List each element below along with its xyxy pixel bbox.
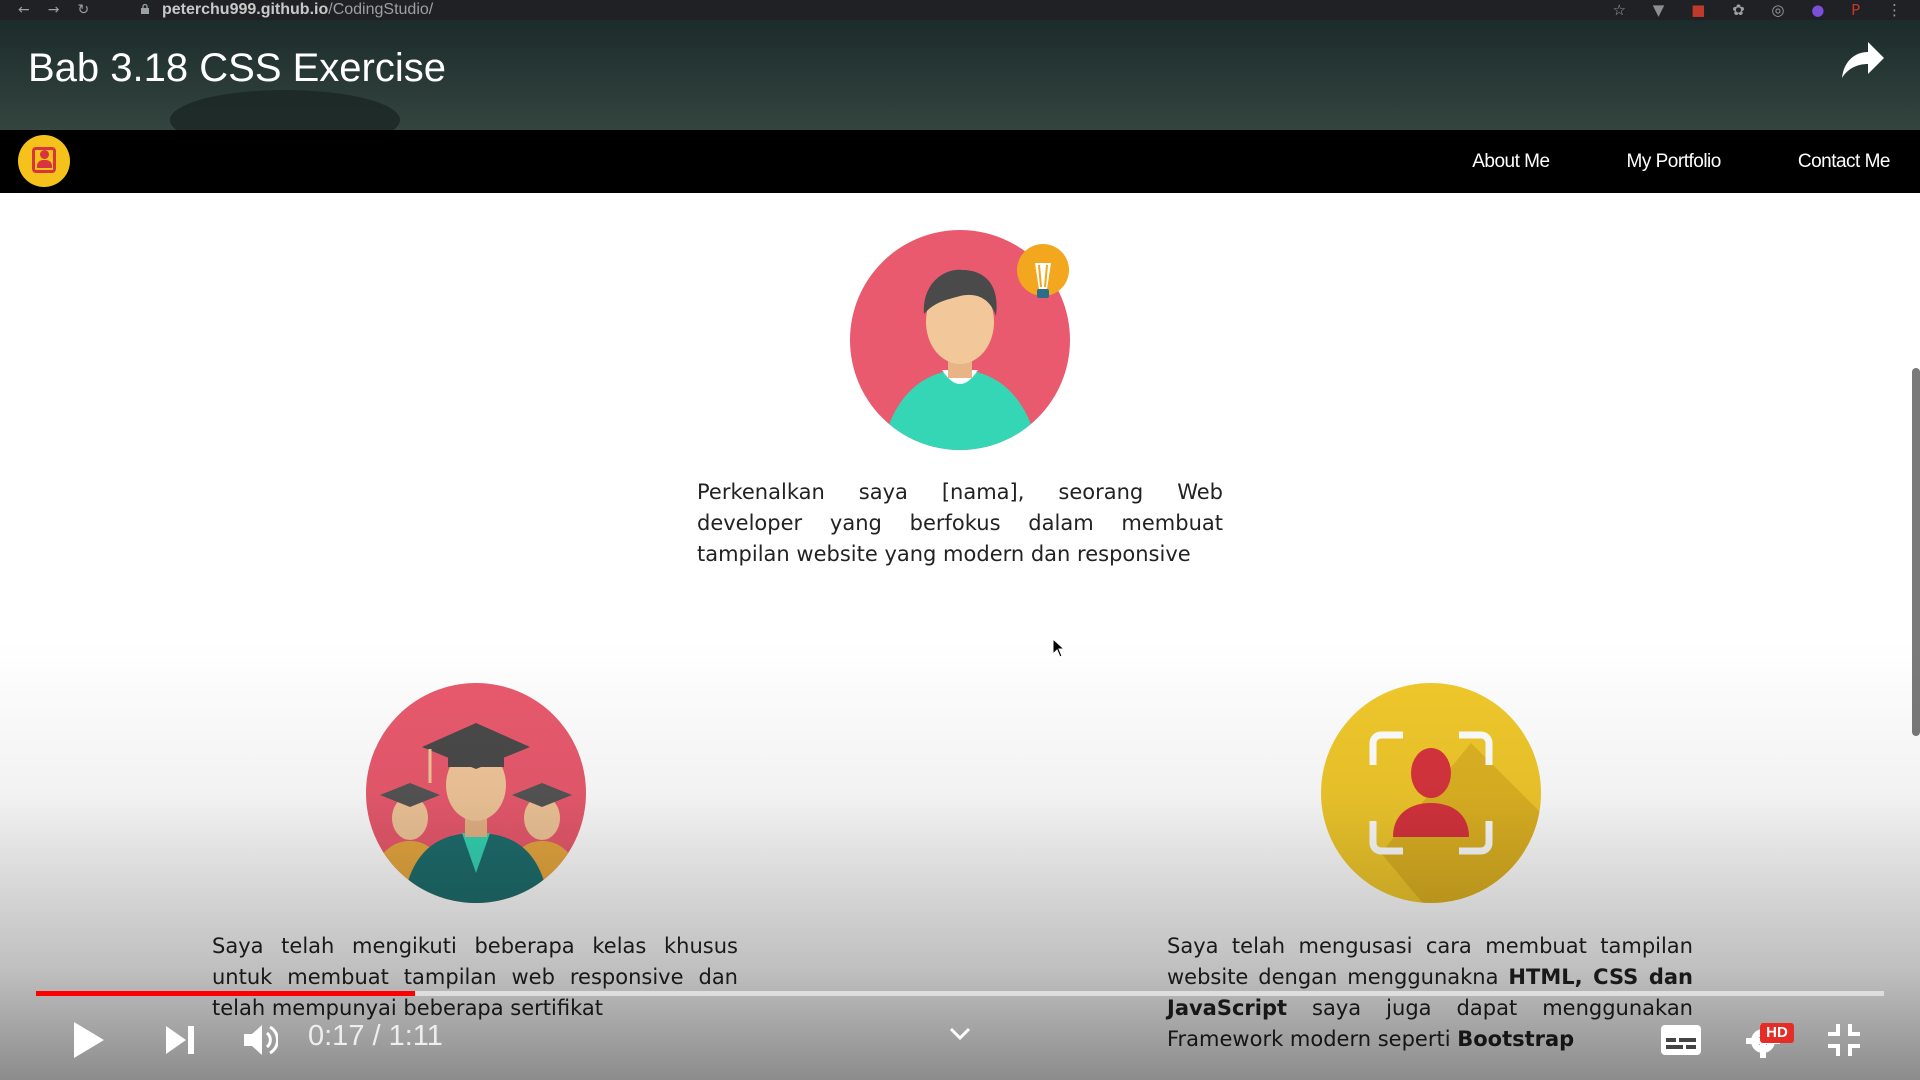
mouse-cursor-icon <box>1052 638 1066 658</box>
hd-badge: HD <box>1760 1023 1794 1043</box>
forward-icon[interactable]: → <box>48 2 78 18</box>
reload-icon[interactable]: ↻ <box>77 2 107 18</box>
nav-link-portfolio[interactable]: My Portfolio <box>1627 151 1722 173</box>
site-logo[interactable] <box>18 135 70 187</box>
star-icon[interactable]: ☆ <box>1613 1 1626 19</box>
video-progress-bar[interactable] <box>36 991 1884 996</box>
browser-toolbar: ←→↻ peterchu999.github.io/CodingStudio/ … <box>0 0 1920 20</box>
extension-icon[interactable]: P <box>1851 1 1860 19</box>
logo-body-icon <box>37 160 52 168</box>
video-progress-played <box>36 991 415 996</box>
graduate-avatar <box>366 683 586 903</box>
video-time: 0:17 / 1:11 <box>308 1020 443 1052</box>
exit-fullscreen-icon[interactable] <box>1826 1022 1862 1058</box>
graduates-icon <box>366 723 586 903</box>
share-icon[interactable] <box>1836 34 1888 86</box>
chevron-down-icon[interactable] <box>948 1026 972 1042</box>
nav-link-contact[interactable]: Contact Me <box>1798 151 1891 173</box>
lock-icon <box>141 4 149 14</box>
menu-icon[interactable]: ⋮ <box>1887 1 1902 19</box>
intro-text: Perkenalkan saya [nama], seorang Web dev… <box>697 480 1223 566</box>
nav-links: About Me My Portfolio Contact Me <box>1395 130 1890 193</box>
lightbulb-icon <box>1017 244 1069 298</box>
logo-head-icon <box>40 150 49 159</box>
extension-icon[interactable]: ✿ <box>1732 1 1745 19</box>
video-title-bar: Bab 3.18 CSS Exercise <box>0 20 1920 150</box>
next-icon[interactable] <box>164 1024 196 1056</box>
address-bar[interactable]: peterchu999.github.io/CodingStudio/ <box>162 0 433 20</box>
extension-icon[interactable]: ▼ <box>1653 1 1665 19</box>
site-navbar: About Me My Portfolio Contact Me <box>0 130 1920 193</box>
back-icon[interactable]: ← <box>18 2 48 18</box>
subtitles-icon[interactable] <box>1660 1024 1702 1056</box>
extension-icon[interactable]: ◎ <box>1771 1 1784 19</box>
page-scrollbar[interactable] <box>1912 368 1920 736</box>
play-icon[interactable] <box>70 1020 106 1060</box>
volume-icon[interactable] <box>242 1022 278 1058</box>
extension-icon[interactable]: ● <box>1811 1 1824 19</box>
profile-frame-icon <box>1369 731 1541 903</box>
profile-avatar <box>1321 683 1541 903</box>
page-content: Perkenalkan saya [nama], seorang Web dev… <box>0 193 1920 1080</box>
video-title[interactable]: Bab 3.18 CSS Exercise <box>28 46 446 91</box>
nav-link-about[interactable]: About Me <box>1472 151 1550 173</box>
video-controls: HD <box>0 1010 1920 1070</box>
browser-nav-icons: ←→↻ <box>18 2 107 18</box>
browser-extensions: ☆ ▼ ■ ✿ ◎ ● P ⋮ <box>1591 1 1902 19</box>
extension-icon[interactable]: ■ <box>1691 1 1705 19</box>
